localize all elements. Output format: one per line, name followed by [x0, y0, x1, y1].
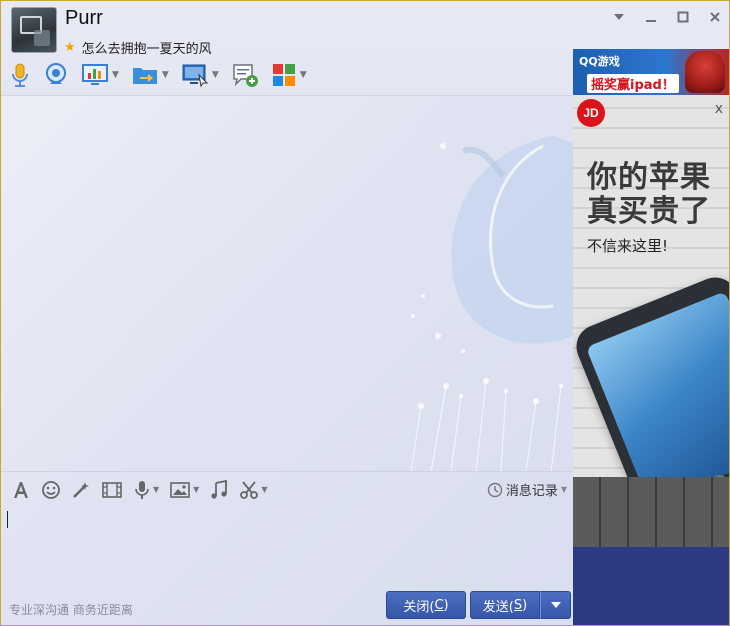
voice-call-button[interactable]: [9, 61, 31, 89]
ad-banner-bottom: [573, 547, 729, 625]
send-button[interactable]: 发送(S): [470, 591, 540, 619]
ad-headline-2: 真买贵了: [587, 194, 711, 229]
close-icon[interactable]: [707, 9, 723, 25]
close-button-key: C: [434, 597, 444, 613]
remote-desktop-button[interactable]: ▼: [81, 61, 119, 89]
close-button-label-end: ): [443, 597, 449, 613]
menu-icon[interactable]: [611, 9, 627, 25]
contact-signature: 怎么去拥抱一夏天的风: [81, 42, 212, 57]
ad-banner-top[interactable]: QQ游戏 摇奖赢ipad！: [573, 49, 729, 95]
ad-floor: [573, 477, 729, 547]
webcam-icon: [46, 63, 66, 84]
chevron-down-icon[interactable]: ▼: [212, 70, 219, 80]
maximize-icon[interactable]: [675, 9, 691, 25]
message-area[interactable]: [1, 95, 573, 471]
remote-desktop-icon: [82, 64, 108, 85]
microphone-icon: [12, 63, 28, 87]
main-toolbar: ▼ ▼ ▼ ▼: [9, 61, 319, 89]
gif-icon: [102, 481, 122, 498]
minimize-icon[interactable]: [643, 9, 659, 25]
contact-name[interactable]: Purr: [65, 7, 103, 30]
flower-illustration: [410, 378, 563, 471]
image-icon: [170, 481, 190, 498]
send-button-label: 发送(: [482, 599, 514, 615]
signature-row: ★ 怎么去拥抱一夏天的风: [64, 38, 212, 57]
ad-character-image: [685, 51, 725, 93]
folder-arrow-icon: [132, 68, 157, 84]
apps-button[interactable]: ▼: [271, 61, 307, 89]
apps-grid-icon: [272, 64, 295, 86]
send-button-label-end: ): [522, 597, 528, 613]
input-toolbar: ▼ ▼ ▼ 消息记录 ▼: [1, 471, 573, 507]
gif-button[interactable]: [101, 480, 123, 500]
voice-message-button[interactable]: ▼: [133, 480, 159, 500]
emoji-icon: [42, 480, 60, 499]
screen-share-button[interactable]: ▼: [181, 61, 219, 89]
chevron-down-icon[interactable]: ▼: [561, 485, 567, 494]
ad-headline-1: 你的苹果: [587, 160, 711, 195]
music-button[interactable]: [209, 479, 229, 500]
create-discussion-button[interactable]: [231, 61, 259, 89]
message-input[interactable]: [1, 507, 573, 587]
screenshot-button[interactable]: ▼: [239, 480, 267, 500]
chevron-down-icon[interactable]: ▼: [153, 485, 159, 494]
avatar[interactable]: [11, 7, 57, 53]
message-history-label: 消息记录: [505, 484, 558, 499]
send-button-key: S: [513, 597, 523, 613]
font-icon: [14, 481, 28, 498]
video-call-button[interactable]: [43, 61, 69, 89]
window-controls: [611, 9, 723, 25]
emoji-button[interactable]: [41, 480, 61, 500]
chat-window: Purr ★ 怎么去拥抱一夏天的风 ▼ ▼ ▼ ▼ ▼ ▼ ▼ 消息记录 ▼ 专…: [0, 0, 730, 626]
music-icon: [211, 479, 228, 499]
scissors-icon: [240, 480, 259, 499]
ad-banner-main[interactable]: JD x 你的苹果 真买贵了 不信来这里!: [573, 95, 729, 547]
ad-close-icon[interactable]: x: [715, 101, 723, 117]
send-options-button[interactable]: [540, 591, 571, 619]
microphone-icon: [135, 480, 149, 499]
chevron-down-icon[interactable]: ▼: [193, 485, 199, 494]
whale-illustration: [411, 136, 573, 353]
star-icon: ★: [64, 40, 76, 55]
screen-share-icon: [182, 64, 209, 87]
chevron-down-icon[interactable]: ▼: [162, 70, 169, 80]
footer-slogan: 专业深沟通 商务近距离: [9, 603, 133, 617]
font-button[interactable]: [11, 480, 31, 500]
clock-icon: [487, 482, 503, 497]
message-history-button[interactable]: 消息记录 ▼: [487, 480, 567, 499]
magic-wand-icon: [73, 481, 89, 498]
send-file-button[interactable]: ▼: [131, 61, 169, 89]
chevron-down-icon[interactable]: ▼: [112, 70, 119, 80]
chevron-down-icon[interactable]: ▼: [300, 70, 307, 80]
jd-logo: JD: [577, 99, 605, 127]
chevron-down-icon[interactable]: ▼: [261, 485, 267, 494]
close-button[interactable]: 关闭(C): [386, 591, 466, 619]
avatar-mark-accent: [34, 30, 50, 46]
chat-add-icon: [233, 64, 258, 87]
magic-wand-button[interactable]: [71, 480, 91, 500]
phone-screen: [585, 291, 729, 506]
qq-game-logo: QQ游戏: [579, 55, 620, 68]
chevron-down-icon: [550, 602, 561, 608]
ad-promo-text: 摇奖赢ipad！: [587, 74, 679, 93]
image-button[interactable]: ▼: [169, 480, 199, 500]
text-cursor: [7, 511, 8, 528]
close-button-label: 关闭(: [403, 599, 435, 615]
ad-subline: 不信来这里!: [587, 237, 669, 255]
